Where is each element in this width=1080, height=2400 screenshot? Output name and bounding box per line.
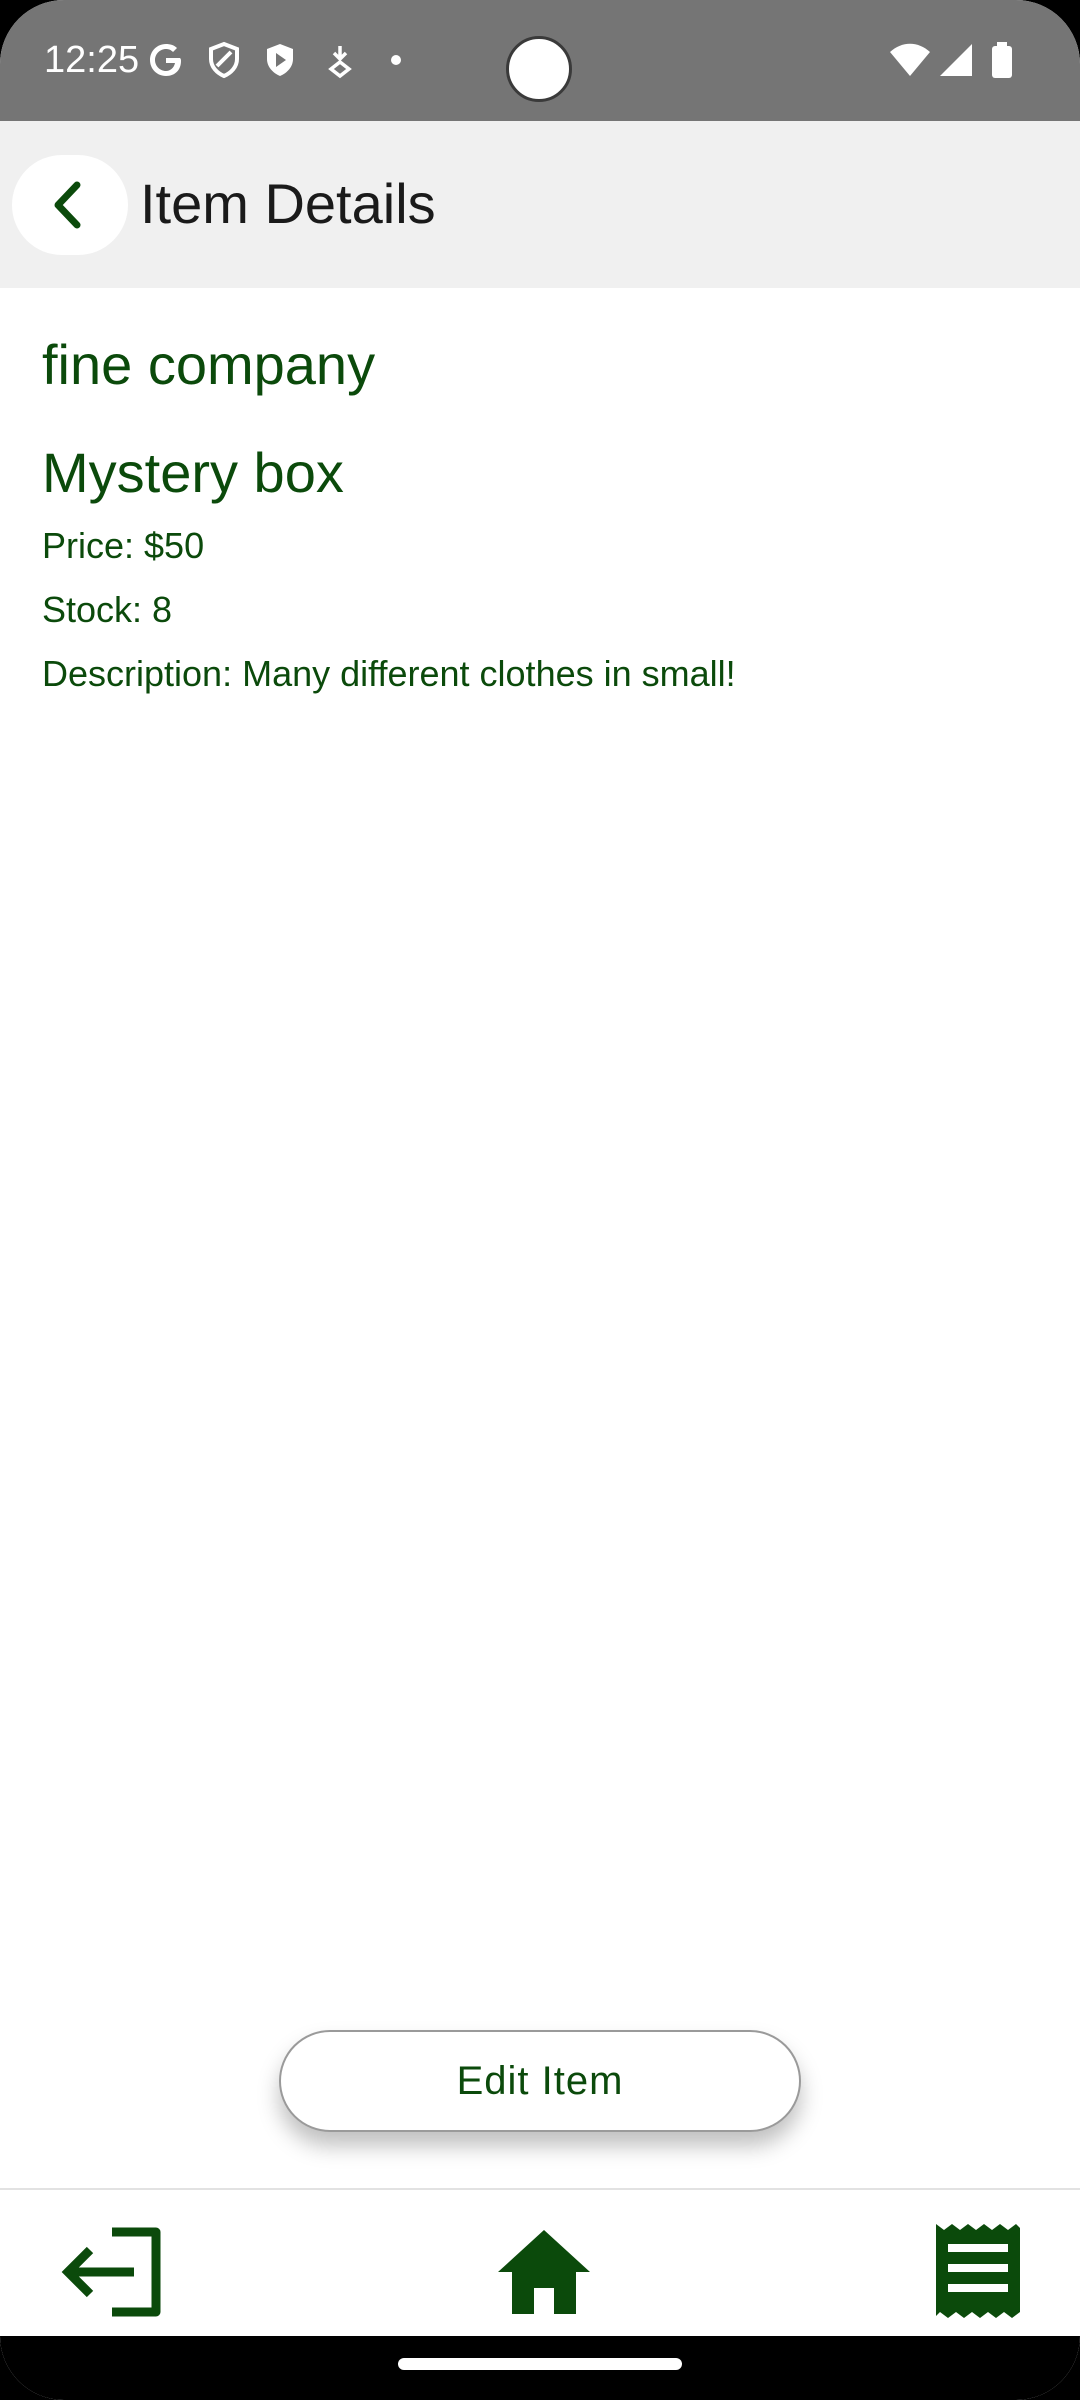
description-value: Many different clothes in small! bbox=[242, 653, 736, 694]
description-line: Description: Many different clothes in sm… bbox=[42, 652, 736, 696]
bottom-nav bbox=[0, 2188, 1080, 2336]
signal-icon bbox=[940, 44, 972, 76]
google-icon bbox=[150, 44, 181, 76]
description-label: Description: bbox=[42, 653, 233, 694]
nav-logout[interactable] bbox=[60, 2226, 164, 2323]
edit-item-button[interactable]: Edit Item bbox=[279, 2030, 801, 2132]
status-bar: 12:25 bbox=[0, 0, 1080, 121]
chevron-left-icon bbox=[54, 181, 81, 229]
stock-label: Stock: bbox=[42, 589, 143, 630]
page-title: Item Details bbox=[140, 172, 436, 235]
orders-icon bbox=[936, 2224, 1020, 2318]
play-protect-icon bbox=[267, 44, 293, 76]
company-name: fine company bbox=[42, 333, 376, 396]
stock-line: Stock: 8 bbox=[42, 588, 172, 632]
price-value: $50 bbox=[144, 525, 205, 566]
price-line: Price: $50 bbox=[42, 524, 204, 568]
gesture-bar bbox=[0, 2336, 1080, 2400]
app-bar: Item Details bbox=[0, 121, 1080, 288]
nav-orders[interactable] bbox=[932, 2220, 1024, 2325]
shield-icon bbox=[209, 41, 239, 79]
item-name: Mystery box bbox=[42, 441, 344, 504]
stock-value: 8 bbox=[152, 589, 173, 630]
home-icon bbox=[498, 2230, 590, 2314]
dot-icon bbox=[391, 55, 401, 65]
wifi-icon bbox=[890, 43, 930, 76]
back-button[interactable] bbox=[12, 155, 128, 255]
camera-cutout bbox=[506, 36, 572, 102]
battery-icon bbox=[992, 42, 1012, 78]
download-icon bbox=[328, 46, 352, 79]
nav-home[interactable] bbox=[496, 2226, 592, 2323]
status-time: 12:25 bbox=[44, 39, 140, 81]
logout-icon bbox=[61, 2227, 161, 2317]
app-screen: 12:25 Item Details fine company Mystery … bbox=[0, 0, 1080, 2400]
home-indicator[interactable] bbox=[398, 2358, 682, 2370]
price-label: Price: bbox=[42, 525, 135, 566]
